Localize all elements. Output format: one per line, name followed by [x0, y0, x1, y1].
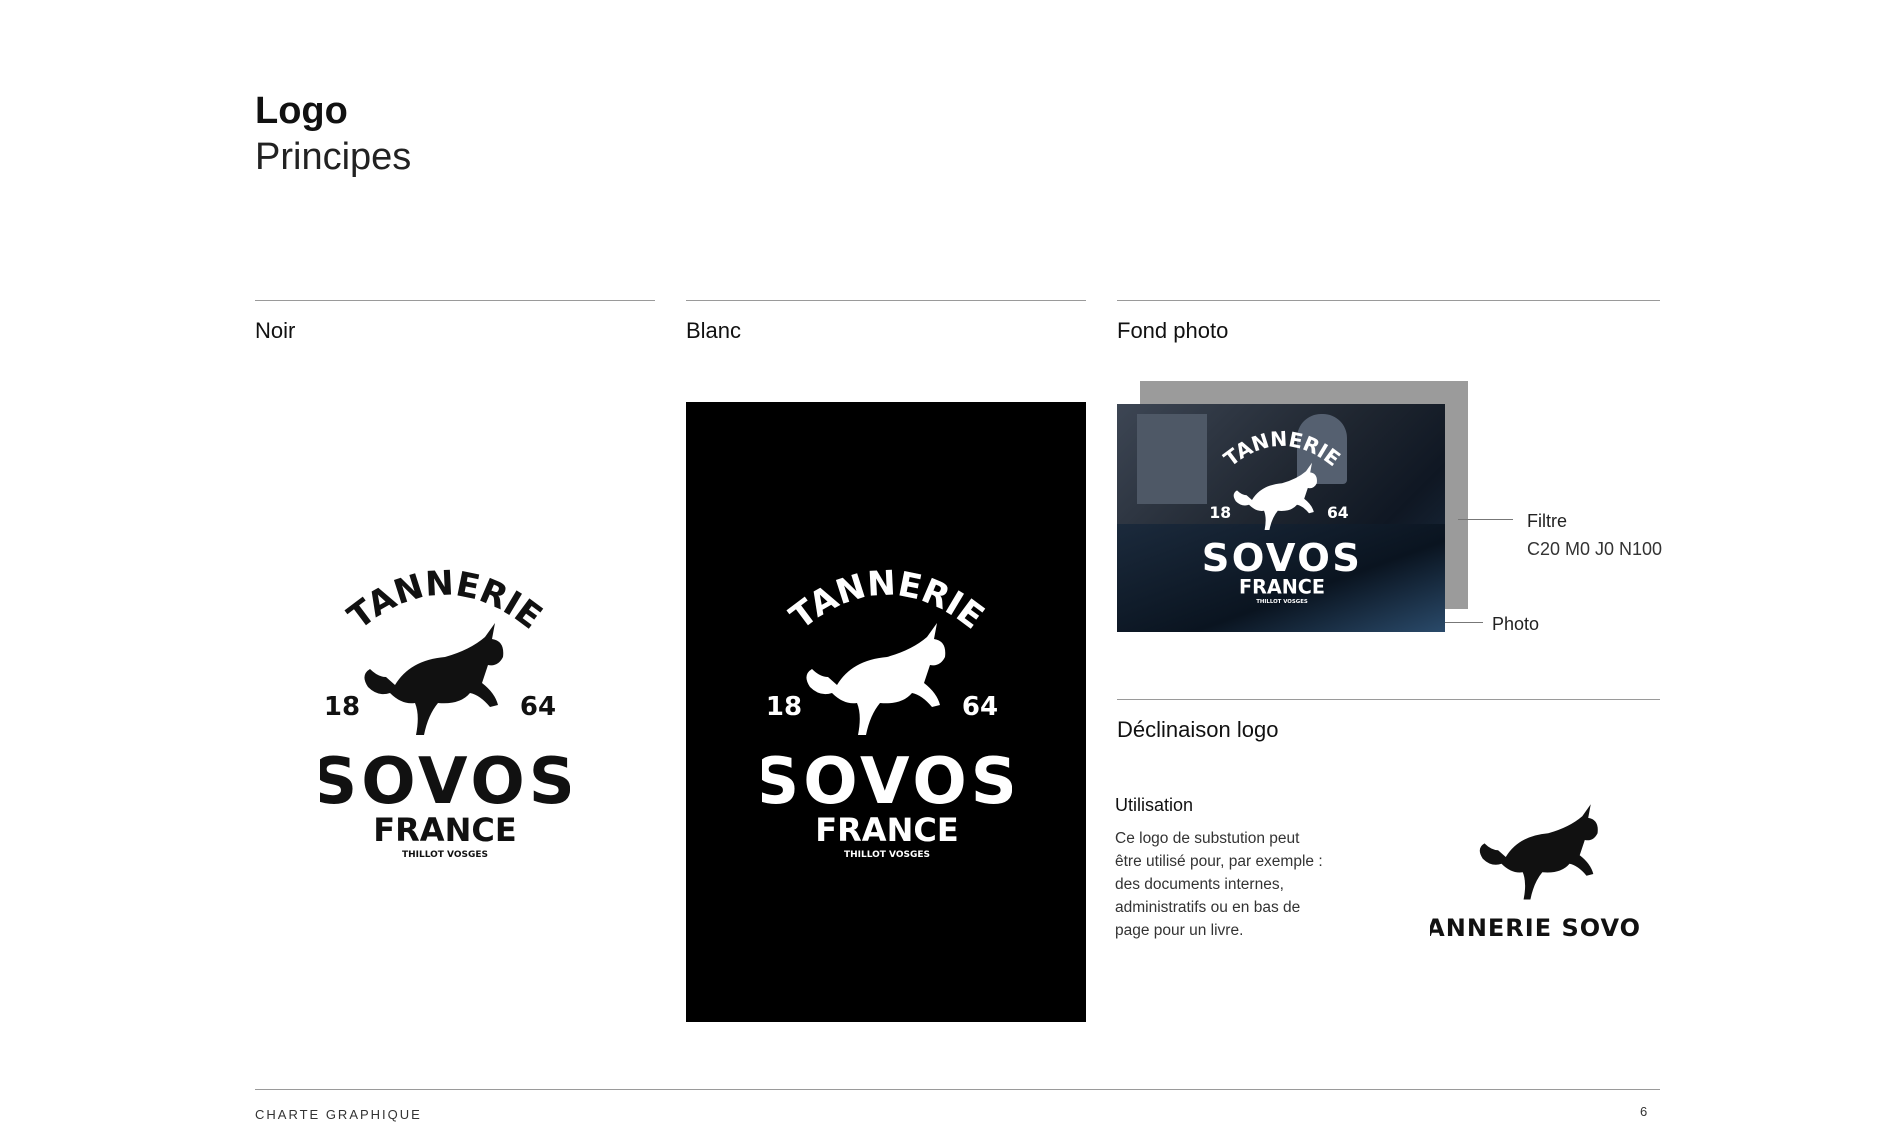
photo-leader-line [1445, 622, 1483, 623]
logo-photo-arc-text: TANNERIE [1219, 428, 1345, 471]
logo-white-year-left: 18 [766, 692, 802, 722]
bull-icon [1233, 462, 1317, 530]
divider-blanc [686, 300, 1086, 301]
logo-photo-location: THILLOT VOSGES [1256, 599, 1308, 605]
usage-title: Utilisation [1115, 795, 1194, 815]
logo-black-brand: SOVOS [320, 745, 570, 819]
logo-photo: TANNERIE 18 64 SOVOS FRANCE THILLOT VOSG… [1202, 428, 1363, 605]
logo-white-country: FRANCE [815, 811, 958, 849]
page-number: 6 [1640, 1104, 1648, 1119]
logo-white-year-right: 64 [962, 692, 998, 722]
alt-logo-wordmark: TANNERIE SOVOS [1430, 914, 1640, 942]
photo-label: Photo [1492, 614, 1540, 634]
logo-black-location: THILLOT VOSGES [402, 850, 488, 860]
logo-white-location: THILLOT VOSGES [844, 850, 930, 860]
section-label-noir: Noir [255, 318, 296, 343]
filter-value: C20 M0 J0 N100 [1527, 539, 1663, 559]
logo-black-arc-text: TANNERIE [341, 565, 550, 637]
filter-leader-line [1458, 519, 1513, 520]
divider-declinaison [1117, 699, 1660, 700]
section-label-declinaison: Déclinaison logo [1117, 717, 1279, 742]
alt-logo: TANNERIE SOVOS [1430, 804, 1640, 942]
divider-noir [255, 300, 655, 301]
page-subtitle: Principes [255, 136, 412, 178]
bull-icon [364, 623, 504, 735]
section-label-blanc: Blanc [686, 318, 742, 343]
logo-photo-year-right: 64 [1327, 504, 1349, 522]
logo-black-country: FRANCE [373, 811, 516, 849]
logo-photo-brand: SOVOS [1202, 536, 1363, 581]
logo-black: TANNERIE 18 64 SOVOS FRANCE THILLOT VOSG… [320, 565, 570, 860]
usage-text: Ce logo de substution peut être utilisé … [1115, 830, 1323, 939]
bull-icon [806, 623, 946, 735]
bull-icon [1479, 804, 1598, 900]
logo-black-year-left: 18 [324, 692, 360, 722]
logo-white-brand: SOVOS [762, 745, 1012, 819]
logo-black-year-right: 64 [520, 692, 556, 722]
logo-white-arc-text: TANNERIE [783, 565, 992, 637]
logo-white: TANNERIE 18 64 SOVOS FRANCE THILLOT VOSG… [762, 565, 1012, 860]
filter-label: Filtre [1527, 511, 1567, 531]
page-title: Logo [255, 90, 348, 132]
divider-fond-photo [1117, 300, 1660, 301]
logo-photo-year-left: 18 [1209, 504, 1231, 522]
logo-photo-country: FRANCE [1239, 576, 1325, 599]
section-label-fond-photo: Fond photo [1117, 318, 1229, 343]
footer-label: CHARTE GRAPHIQUE [255, 1107, 422, 1122]
footer-divider [255, 1089, 1660, 1090]
